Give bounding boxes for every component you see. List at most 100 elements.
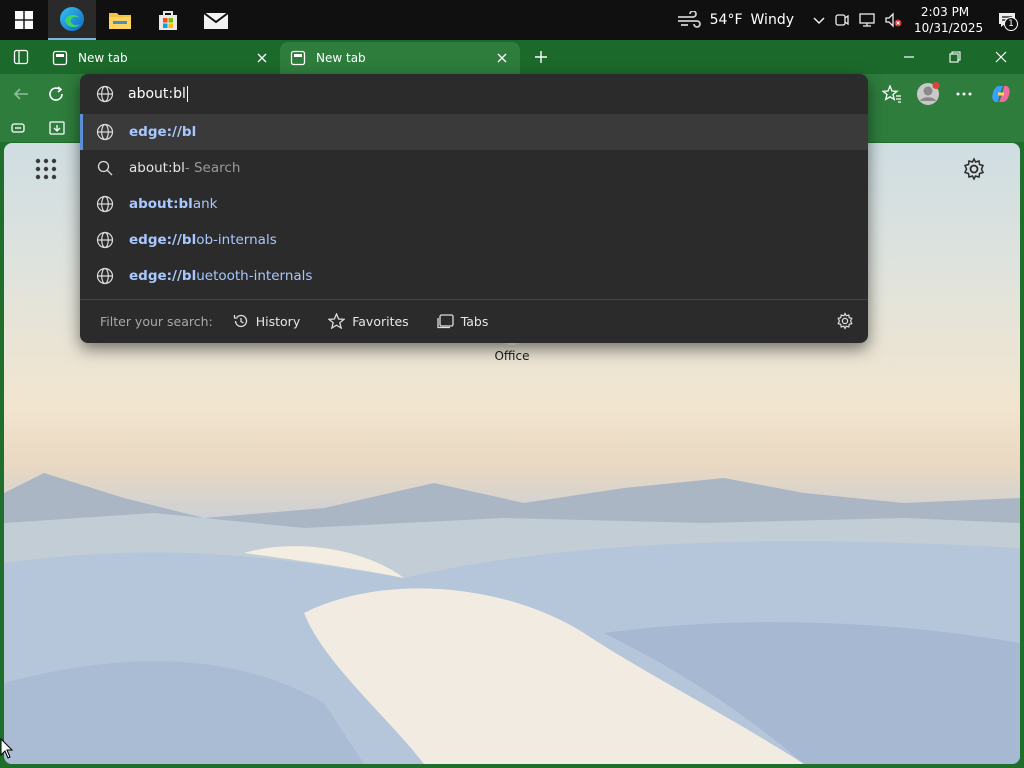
refresh-button[interactable]	[41, 80, 71, 108]
notification-center-button[interactable]: 1	[990, 0, 1024, 40]
suggestion-item-2[interactable]: about:bl - Search	[80, 150, 868, 186]
suggestion-match: about:bl	[129, 196, 193, 212]
taskbar: 54°F Windy 2:03 PM 10/31/2025 1	[0, 0, 1024, 40]
suggestion-query: about:bl	[129, 160, 185, 176]
star-icon	[328, 313, 346, 329]
suggestion-completion: ob-internals	[196, 232, 277, 248]
tab-1[interactable]: New tab	[42, 42, 280, 74]
close-icon	[995, 51, 1007, 63]
globe-icon	[96, 123, 114, 141]
filter-label: Filter your search:	[100, 313, 213, 329]
close-icon	[497, 53, 507, 63]
start-button[interactable]	[0, 0, 48, 40]
notification-count-badge: 1	[1004, 17, 1018, 31]
tray-icons	[812, 12, 902, 28]
new-tab-favicon	[52, 50, 68, 66]
edge-icon	[60, 7, 84, 31]
weather-widget[interactable]: 54°F Windy	[676, 11, 794, 29]
tab-1-title: New tab	[78, 51, 128, 65]
quick-link-office-label: Office	[494, 349, 530, 363]
back-button[interactable]	[6, 80, 36, 108]
windows-logo-icon	[15, 11, 33, 29]
new-tab-button[interactable]	[524, 40, 558, 74]
minimize-icon	[904, 56, 914, 58]
suggestion-item-1[interactable]: edge://bl	[80, 114, 868, 150]
plus-icon	[535, 51, 547, 63]
taskbar-store-button[interactable]	[144, 0, 192, 40]
avatar-icon	[917, 82, 940, 105]
window-controls	[886, 40, 1024, 74]
search-settings-gear-icon[interactable]	[836, 312, 854, 330]
tab-2-active[interactable]: New tab	[280, 42, 520, 74]
meet-icon[interactable]	[834, 12, 850, 28]
back-arrow-icon	[13, 88, 28, 100]
suggestion-item-3[interactable]: about:bl ank	[80, 186, 868, 222]
chevron-up-icon[interactable]	[812, 13, 826, 27]
suggestion-match: edge://bl	[129, 232, 197, 248]
tab-1-close-button[interactable]	[254, 50, 270, 66]
tab-actions-button[interactable]	[0, 40, 42, 74]
suggestion-match: edge://bl	[129, 124, 197, 140]
network-icon[interactable]	[858, 12, 876, 28]
address-bar-dropdown: about:bl edge://bl about:bl - Search abo…	[80, 74, 868, 343]
system-tray: 54°F Windy 2:03 PM 10/31/2025 1	[676, 0, 1024, 40]
favorites-button[interactable]	[877, 80, 907, 108]
globe-icon	[96, 267, 114, 285]
star-list-icon	[882, 85, 901, 103]
wind-icon	[677, 11, 701, 28]
filter-favorites-label: Favorites	[352, 313, 409, 329]
refresh-icon	[49, 86, 63, 101]
background-dunes	[4, 541, 1020, 764]
store-icon	[159, 11, 177, 30]
address-bar-text: about:bl	[128, 86, 186, 102]
text-caret	[186, 86, 188, 102]
volume-muted-icon[interactable]	[884, 12, 902, 28]
restore-button[interactable]	[932, 40, 978, 74]
close-window-button[interactable]	[978, 40, 1024, 74]
filter-tabs-label: Tabs	[460, 313, 489, 329]
more-dots-icon	[956, 92, 972, 96]
close-icon	[257, 53, 267, 63]
weather-temperature: 54°F	[709, 12, 743, 28]
filter-tabs-button[interactable]: Tabs	[437, 313, 489, 329]
collections-icon[interactable]	[10, 120, 26, 136]
clock-date: 10/31/2025	[914, 21, 984, 35]
taskbar-mail-button[interactable]	[192, 0, 240, 40]
suggestion-item-5[interactable]: edge://bl uetooth-internals	[80, 258, 868, 294]
taskbar-file-explorer-button[interactable]	[96, 0, 144, 40]
search-filter-bar: Filter your search: History Favorites Ta…	[100, 300, 516, 342]
suggestion-completion: ank	[192, 196, 218, 212]
mail-icon	[203, 12, 229, 29]
settings-and-more-button[interactable]	[949, 80, 979, 108]
tab-2-close-button[interactable]	[494, 50, 510, 66]
minimize-button[interactable]	[886, 40, 932, 74]
folder-icon	[109, 13, 131, 29]
copilot-icon	[992, 86, 1010, 102]
page-settings-icon[interactable]	[962, 157, 986, 181]
taskbar-edge-button[interactable]	[48, 0, 96, 40]
tab-actions-icon	[13, 49, 29, 65]
copilot-button[interactable]	[986, 80, 1016, 108]
suggestion-hint: - Search	[184, 160, 241, 176]
history-icon	[233, 314, 247, 328]
address-bar-input[interactable]: about:bl	[80, 74, 868, 114]
filter-history-button[interactable]: History	[233, 313, 300, 329]
new-tab-favicon	[290, 50, 306, 66]
restore-icon	[949, 51, 961, 63]
import-favorites-icon[interactable]	[49, 120, 67, 136]
suggestion-match: edge://bl	[129, 268, 197, 284]
profile-button[interactable]	[913, 80, 943, 108]
globe-icon	[96, 231, 114, 249]
globe-icon	[96, 85, 114, 103]
suggestion-completion: uetooth-internals	[196, 268, 313, 284]
clock[interactable]: 2:03 PM 10/31/2025	[914, 4, 984, 36]
tabs-icon	[437, 314, 454, 329]
browser-tab-strip: New tab New tab	[0, 40, 1024, 74]
suggestion-item-4[interactable]: edge://bl ob-internals	[80, 222, 868, 258]
weather-condition: Windy	[750, 12, 794, 28]
mouse-cursor-icon	[0, 738, 14, 759]
clock-time: 2:03 PM	[920, 5, 970, 19]
globe-icon	[96, 195, 114, 213]
app-launcher-icon[interactable]	[34, 157, 58, 181]
filter-favorites-button[interactable]: Favorites	[328, 313, 409, 329]
